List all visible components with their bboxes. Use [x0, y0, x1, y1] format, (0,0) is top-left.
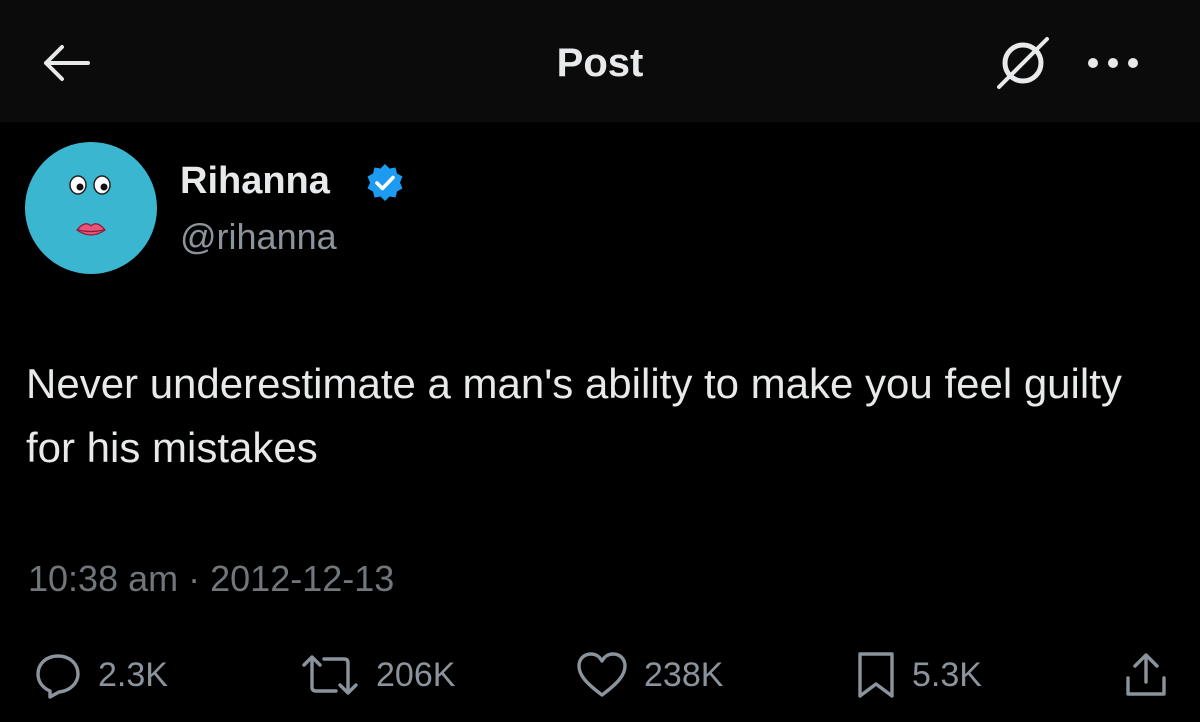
repost-icon	[300, 651, 360, 699]
like-count: 238K	[644, 656, 724, 694]
author-handle[interactable]: @rihanna	[180, 214, 337, 260]
arrow-left-icon	[38, 41, 94, 85]
bookmark-icon	[856, 650, 896, 700]
avatar-face-icon	[69, 175, 111, 236]
repost-button[interactable]: 206K	[300, 640, 455, 710]
share-button[interactable]	[1122, 640, 1170, 710]
grok-icon	[991, 31, 1055, 95]
heart-icon	[576, 651, 628, 699]
more-options-button[interactable]	[1078, 38, 1148, 88]
top-bar: Post	[0, 0, 1200, 122]
reply-icon	[34, 651, 82, 699]
grok-button[interactable]	[988, 28, 1058, 98]
like-button[interactable]: 238K	[576, 640, 723, 710]
verified-badge-icon	[364, 162, 406, 204]
more-horizontal-icon	[1085, 55, 1141, 71]
post-date[interactable]: 2012-12-13	[210, 558, 394, 599]
action-bar: 2.3K 206K 238K 5.3K	[0, 640, 1200, 710]
reply-count: 2.3K	[98, 656, 168, 694]
repost-count: 206K	[376, 656, 456, 694]
back-button[interactable]	[36, 38, 96, 88]
avatar[interactable]	[25, 142, 157, 274]
meta-separator: ·	[188, 558, 201, 599]
author-name[interactable]: Rihanna	[180, 158, 330, 204]
reply-button[interactable]: 2.3K	[34, 640, 168, 710]
bookmark-button[interactable]: 5.3K	[856, 640, 982, 710]
post-text: Never underestimate a man's ability to m…	[26, 360, 1122, 471]
bookmark-count: 5.3K	[912, 656, 982, 694]
share-icon	[1122, 650, 1170, 700]
post-time[interactable]: 10:38 am	[28, 558, 178, 599]
post-metadata: 10:38 am · 2012-12-13	[28, 556, 394, 602]
